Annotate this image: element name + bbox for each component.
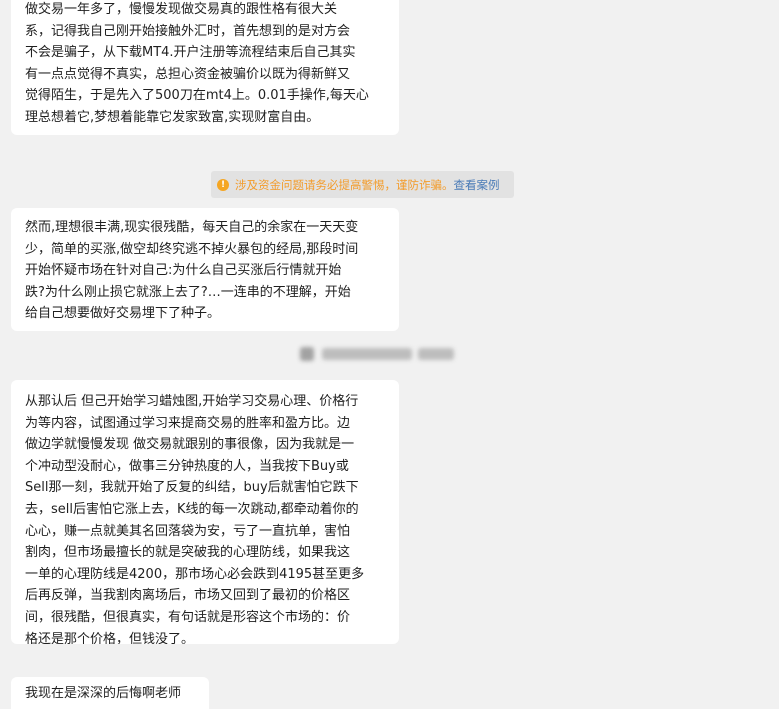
message-bubble: 我现在是深深的后悔啊老师 [11,677,209,709]
notice-text: 涉及资金问题请务必提高警惕，谨防诈骗。 [235,177,454,192]
chat-message-area[interactable]: 做交易一年多了，慢慢发现做交易真的跟性格有很大关 系，记得我自己刚开始接触外汇时… [0,0,779,709]
redacted-text [418,348,454,360]
redacted-text [322,348,412,360]
warning-icon: ! [217,178,229,191]
redacted-icon [300,347,314,361]
message-bubble: 然而,理想很丰满,现实很残酷，每天自己的余家在一天天变 少，简单的买涨,做空却终… [11,208,399,331]
security-notice: ! 涉及资金问题请务必提高警惕，谨防诈骗。 查看案例 [211,171,514,198]
message-bubble: 从那认后 但己开始学习蜡烛图,开始学习交易心理、价格行 为等内容，试图通过学习来… [11,380,399,644]
view-cases-link[interactable]: 查看案例 [454,177,500,193]
blurred-system-info [300,342,480,366]
message-bubble: 做交易一年多了，慢慢发现做交易真的跟性格有很大关 系，记得我自己刚开始接触外汇时… [11,0,399,135]
